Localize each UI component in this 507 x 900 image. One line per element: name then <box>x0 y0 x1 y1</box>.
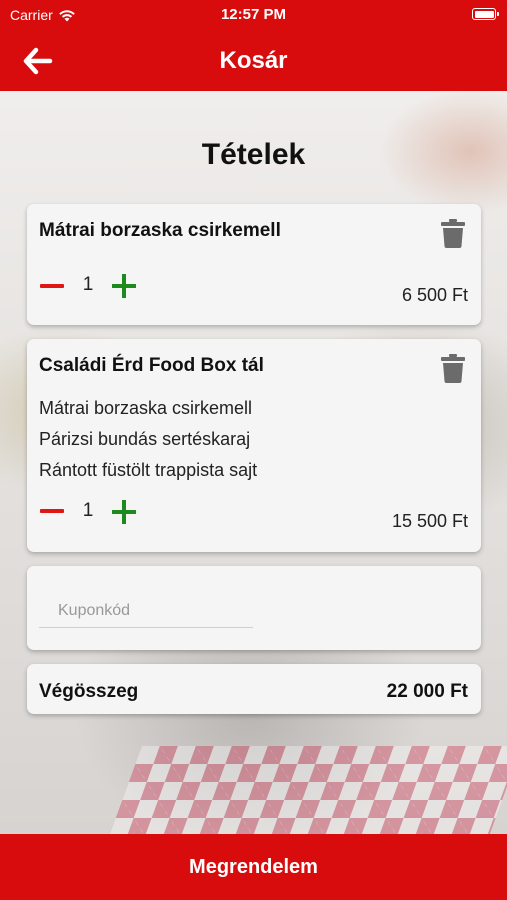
status-time: 12:57 PM <box>220 6 287 23</box>
box-sub-item: Párizsi bundás sertéskaraj <box>39 429 251 449</box>
coupon-input[interactable] <box>39 594 253 628</box>
page-title: Kosár <box>219 47 288 74</box>
cart-item: Mátrai borzaska csirkemell 1 6 500 Ft <box>27 204 481 325</box>
box-sub-item: Mátrai borzaska csirkemell <box>39 398 253 418</box>
total-value: 22 000 Ft <box>386 681 468 702</box>
total-label: Végösszeg <box>39 681 139 702</box>
cart-item: Családi Érd Food Box tál Mátrai borzaska… <box>27 339 481 552</box>
section-title: Tételek <box>201 138 306 171</box>
item-price: 15 500 Ft <box>391 511 468 531</box>
status-bar: Carrier 12:57 PM <box>0 0 507 30</box>
checkered-cloth <box>98 746 507 834</box>
total-card: Végösszeg 22 000 Ft <box>27 664 481 714</box>
item-name: Mátrai borzaska csirkemell <box>39 220 281 241</box>
item-price: 6 500 Ft <box>401 285 468 305</box>
place-order-button[interactable]: Megrendelem <box>0 834 507 900</box>
coupon-card <box>27 566 481 650</box>
quantity-value: 1 <box>82 500 94 521</box>
box-sub-item: Rántott füstölt trappista sajt <box>39 460 258 480</box>
decrease-quantity-button[interactable] <box>40 502 64 520</box>
app-header: Carrier 12:57 PM Kosár <box>0 0 507 91</box>
quantity-value: 1 <box>82 274 94 295</box>
decrease-quantity-button[interactable] <box>40 277 64 295</box>
trash-icon[interactable] <box>440 218 466 248</box>
trash-icon[interactable] <box>440 353 466 383</box>
increase-quantity-button[interactable] <box>112 274 136 298</box>
battery-icon <box>472 8 499 20</box>
item-name: Családi Érd Food Box tál <box>39 355 264 376</box>
increase-quantity-button[interactable] <box>112 500 136 524</box>
